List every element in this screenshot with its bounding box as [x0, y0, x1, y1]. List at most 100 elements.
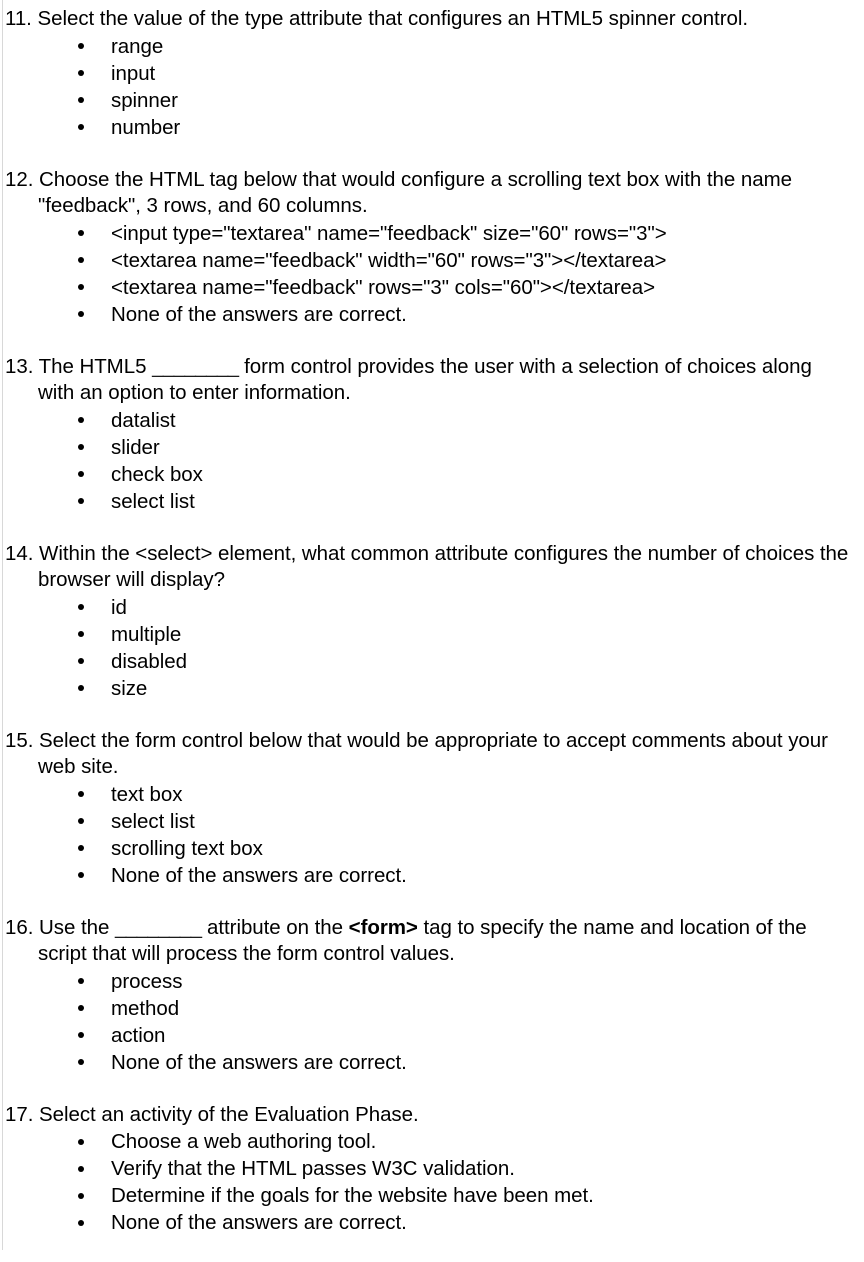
choice-label: Verify that the HTML passes W3C validati…: [111, 1157, 515, 1180]
question-block-12: 12. Choose the HTML tag below that would…: [0, 167, 864, 328]
bullet-icon: [78, 1165, 84, 1172]
bullet-icon: [78, 872, 84, 878]
choice-item[interactable]: disabled: [0, 648, 864, 675]
bullet-icon: [78, 1138, 84, 1145]
choice-item[interactable]: select list: [0, 488, 864, 515]
choice-item[interactable]: spinner: [0, 87, 864, 114]
choice-item[interactable]: text box: [0, 781, 864, 808]
choice-label: disabled: [111, 649, 187, 673]
question-prompt-11: 11. Select the value of the type attribu…: [0, 6, 864, 33]
question-text-11: Select the value of the type attribute t…: [37, 7, 748, 30]
bullet-icon: [78, 97, 84, 103]
choice-label: range: [111, 34, 164, 58]
bullet-icon: [78, 818, 84, 824]
bullet-icon: [78, 498, 84, 504]
choice-label: input: [111, 61, 156, 85]
choice-item[interactable]: None of the answers are correct.: [0, 862, 864, 889]
bullet-icon: [78, 311, 84, 317]
choice-item[interactable]: None of the answers are correct.: [0, 1049, 864, 1076]
choice-list-11: range input spinner number: [0, 33, 864, 141]
question-block-14: 14. Within the <select> element, what co…: [0, 541, 864, 702]
choice-item[interactable]: range: [0, 33, 864, 60]
choice-label: multiple: [111, 622, 182, 646]
choice-list-14: id multiple disabled size: [0, 594, 864, 702]
choice-label: None of the answers are correct.: [111, 1211, 407, 1234]
choice-item[interactable]: Verify that the HTML passes W3C validati…: [0, 1155, 864, 1182]
choice-label: <input type="textarea" name="feedback" s…: [111, 221, 667, 245]
choice-label: scrolling text box: [111, 836, 263, 860]
choice-item[interactable]: <textarea name="feedback" rows="3" cols=…: [0, 274, 864, 301]
bullet-icon: [78, 658, 84, 664]
choice-item[interactable]: datalist: [0, 407, 864, 434]
bullet-icon: [78, 124, 84, 130]
bullet-icon: [78, 257, 84, 263]
question-block-16: 16. Use the ________ attribute on the <f…: [0, 915, 864, 1076]
bullet-icon: [78, 230, 84, 236]
choice-item[interactable]: action: [0, 1022, 864, 1049]
choice-item[interactable]: <input type="textarea" name="feedback" s…: [0, 220, 864, 247]
choice-item[interactable]: size: [0, 675, 864, 702]
question-text-12: Choose the HTML tag below that would con…: [38, 167, 792, 218]
question-text-15: Select the form control below that would…: [38, 728, 828, 779]
choice-label: select list: [111, 489, 195, 513]
choice-label: id: [111, 595, 127, 619]
choice-label: check box: [111, 462, 203, 486]
question-number-15: 15.: [5, 728, 34, 752]
bullet-icon: [78, 1059, 84, 1065]
choice-label: None of the answers are correct.: [111, 1050, 407, 1074]
question-block-15: 15. Select the form control below that w…: [0, 728, 864, 889]
choice-item[interactable]: input: [0, 60, 864, 87]
bullet-icon: [78, 1219, 84, 1226]
choice-item[interactable]: check box: [0, 461, 864, 488]
bullet-icon: [78, 604, 84, 610]
choice-label: text box: [111, 782, 183, 806]
choice-label: action: [111, 1023, 166, 1047]
fill-in-blank: ________: [152, 354, 239, 378]
question-text-13-before: The HTML5: [38, 354, 153, 378]
question-block-13: 13. The HTML5 ________ form control prov…: [0, 354, 864, 515]
choice-item[interactable]: None of the answers are correct.: [0, 1209, 864, 1236]
question-text-16-middle: attribute on the: [201, 915, 349, 939]
question-number-16: 16.: [5, 915, 34, 939]
choice-item[interactable]: Choose a web authoring tool.: [0, 1128, 864, 1155]
choice-label: None of the answers are correct.: [111, 863, 407, 887]
bullet-icon: [78, 1032, 84, 1038]
choice-label: select list: [111, 809, 195, 833]
question-number-17: 17.: [5, 1102, 34, 1126]
choice-item[interactable]: process: [0, 968, 864, 995]
choice-item[interactable]: select list: [0, 808, 864, 835]
bullet-icon: [78, 417, 84, 423]
choice-label: process: [111, 969, 183, 993]
choice-item[interactable]: scrolling text box: [0, 835, 864, 862]
bullet-icon: [78, 471, 84, 477]
choice-item[interactable]: number: [0, 114, 864, 141]
bullet-icon: [78, 1005, 84, 1011]
choice-list-17: Choose a web authoring tool. Verify that…: [0, 1128, 864, 1236]
bullet-icon: [78, 631, 84, 637]
choice-item[interactable]: slider: [0, 434, 864, 461]
choice-label: method: [111, 996, 180, 1020]
question-prompt-15: 15. Select the form control below that w…: [0, 728, 864, 781]
question-prompt-14: 14. Within the <select> element, what co…: [0, 541, 864, 594]
question-prompt-12: 12. Choose the HTML tag below that would…: [0, 167, 864, 220]
choice-list-12: <input type="textarea" name="feedback" s…: [0, 220, 864, 328]
question-number-13: 13.: [5, 354, 34, 378]
choice-label: <textarea name="feedback" width="60" row…: [111, 248, 667, 272]
choice-label: slider: [111, 435, 160, 459]
choice-item[interactable]: multiple: [0, 621, 864, 648]
quiz-page: 11. Select the value of the type attribu…: [0, 0, 864, 1262]
question-block-17: 17. Select an activity of the Evaluation…: [0, 1102, 864, 1237]
choice-item[interactable]: Determine if the goals for the website h…: [0, 1182, 864, 1209]
choice-item[interactable]: <textarea name="feedback" width="60" row…: [0, 247, 864, 274]
choice-list-16: process method action None of the answer…: [0, 968, 864, 1076]
choice-label: None of the answers are correct.: [111, 302, 407, 326]
choice-label: <textarea name="feedback" rows="3" cols=…: [111, 275, 656, 299]
choice-item[interactable]: method: [0, 995, 864, 1022]
bullet-icon: [78, 978, 84, 984]
bullet-icon: [78, 791, 84, 797]
choice-item[interactable]: None of the answers are correct.: [0, 301, 864, 328]
choice-label: Choose a web authoring tool.: [111, 1130, 377, 1153]
choice-label: size: [111, 676, 148, 700]
choice-item[interactable]: id: [0, 594, 864, 621]
question-text-16-before: Use the: [39, 915, 115, 939]
